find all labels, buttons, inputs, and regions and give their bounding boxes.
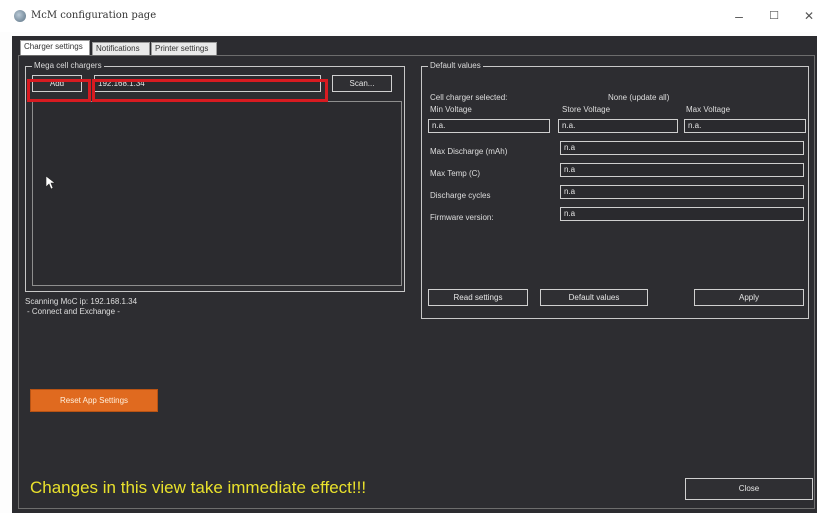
scan-status-text: Scanning MoC ip: 192.168.1.34 (25, 297, 138, 306)
ip-input-highlight (92, 79, 328, 102)
tab-notifications[interactable]: Notifications (92, 42, 150, 56)
title-bar: McM configuration page – ☐ ✕ (0, 0, 817, 32)
close-button[interactable]: Close (685, 478, 813, 500)
max-temp-label: Max Temp (C) (430, 169, 481, 178)
close-window-button[interactable]: ✕ (798, 6, 817, 26)
app-icon (14, 10, 26, 22)
discharge-cycles-field[interactable]: n.a (560, 185, 804, 199)
store-voltage-field[interactable]: n.a. (558, 119, 678, 133)
discharge-cycles-label: Discharge cycles (430, 191, 491, 200)
read-settings-button[interactable]: Read settings (428, 289, 528, 306)
store-voltage-label: Store Voltage (562, 105, 611, 114)
apply-button[interactable]: Apply (694, 289, 804, 306)
chargers-group-title: Mega cell chargers (32, 61, 104, 70)
max-discharge-field[interactable]: n.a (560, 141, 804, 155)
configuration-window: McM configuration page – ☐ ✕ Charger set… (0, 0, 817, 513)
maximize-button[interactable]: ☐ (763, 6, 785, 26)
scan-button[interactable]: Scan... (332, 75, 392, 92)
default-values-group: Default values Cell charger selected: No… (421, 61, 809, 319)
firmware-version-label: Firmware version: (430, 213, 494, 222)
window-title: McM configuration page (31, 10, 157, 21)
min-voltage-label: Min Voltage (430, 105, 472, 114)
max-voltage-field[interactable]: n.a. (684, 119, 806, 133)
tab-printer-settings[interactable]: Printer settings (151, 42, 217, 56)
firmware-version-field[interactable]: n.a (560, 207, 804, 221)
default-values-title: Default values (428, 61, 483, 70)
add-button-highlight (27, 79, 91, 102)
charger-selected-value: None (update all) (608, 93, 670, 102)
min-voltage-field[interactable]: n.a. (428, 119, 550, 133)
chargers-list[interactable] (32, 101, 402, 286)
reset-app-settings-button[interactable]: Reset App Settings (30, 389, 158, 412)
immediate-effect-warning: Changes in this view take immediate effe… (30, 478, 367, 497)
max-temp-field[interactable]: n.a (560, 163, 804, 177)
charger-settings-panel: Mega cell chargers Add 192.168.1.34 Scan… (18, 55, 815, 509)
default-values-button[interactable]: Default values (540, 289, 648, 306)
connect-status-text: - Connect and Exchange - (27, 307, 120, 316)
max-discharge-label: Max Discharge (mAh) (430, 147, 508, 156)
charger-selected-label: Cell charger selected: (430, 93, 508, 102)
client-area: Charger settings Notifications Printer s… (12, 36, 817, 513)
max-voltage-label: Max Voltage (686, 105, 731, 114)
minimize-button[interactable]: – (728, 6, 750, 26)
